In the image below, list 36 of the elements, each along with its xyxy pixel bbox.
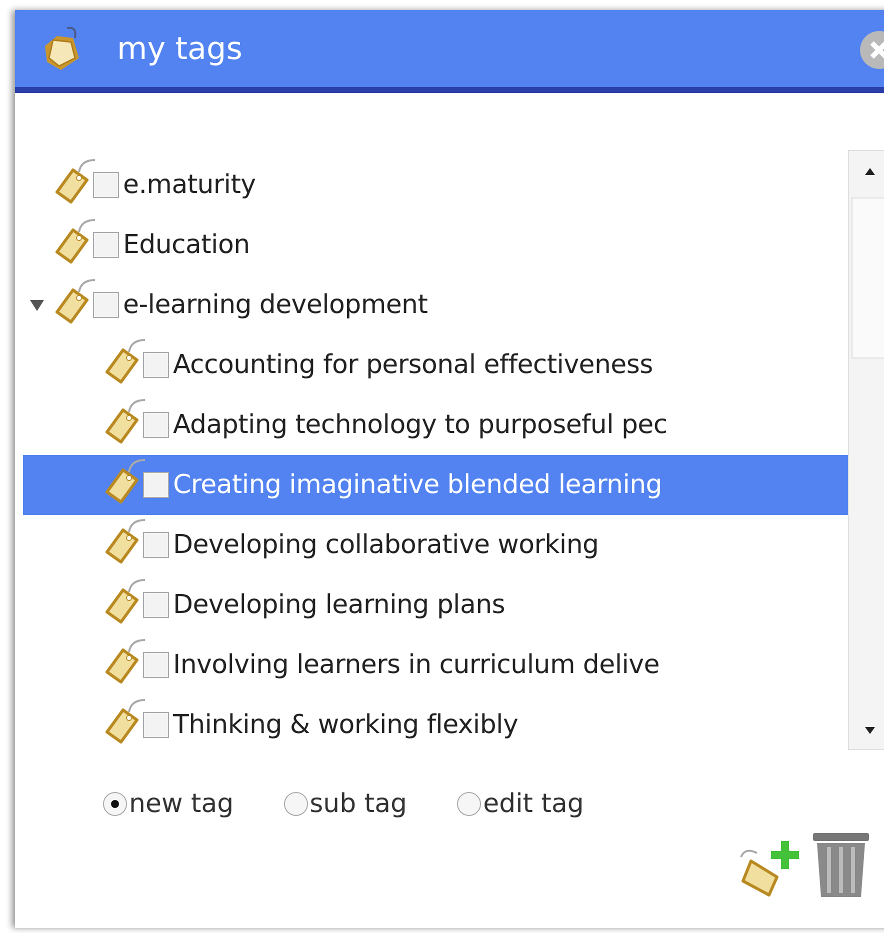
tree-item[interactable]: Adapting technology to purposeful pec bbox=[23, 395, 848, 455]
checkbox[interactable] bbox=[143, 352, 169, 378]
checkbox[interactable] bbox=[143, 712, 169, 738]
checkbox[interactable] bbox=[143, 532, 169, 558]
checkbox[interactable] bbox=[143, 412, 169, 438]
tree-item[interactable]: Education bbox=[23, 215, 848, 275]
window-title: my tags bbox=[117, 30, 242, 66]
tree-item[interactable]: Accounting for personal effectiveness bbox=[23, 335, 848, 395]
tag-label: Creating imaginative blended learning bbox=[173, 470, 662, 500]
tag-label: Adapting technology to purposeful pec bbox=[173, 410, 668, 440]
checkbox[interactable] bbox=[93, 232, 119, 258]
tree-item[interactable]: Involving learners in curriculum delive bbox=[23, 635, 848, 695]
tag-label: Thinking & working flexibly bbox=[173, 710, 518, 740]
tree-item[interactable]: Thinking & working flexibly bbox=[23, 695, 848, 755]
radio-option[interactable]: edit tag bbox=[457, 789, 584, 819]
tag-label: Involving learners in curriculum delive bbox=[173, 650, 660, 680]
tag-label: Developing collaborative working bbox=[173, 530, 599, 560]
scrollbar[interactable] bbox=[848, 150, 884, 750]
tree-item[interactable]: e.maturity bbox=[23, 155, 848, 215]
tag-label: Education bbox=[123, 230, 250, 260]
tag-label: Developing learning plans bbox=[173, 590, 506, 620]
checkbox[interactable] bbox=[143, 472, 169, 498]
tree-item[interactable]: Creating imaginative blended learning bbox=[23, 455, 848, 515]
checkbox[interactable] bbox=[93, 172, 119, 198]
tree-item[interactable]: e-learning development bbox=[23, 275, 848, 335]
checkbox[interactable] bbox=[93, 292, 119, 318]
tree-item[interactable]: Developing collaborative working bbox=[23, 515, 848, 575]
checkbox[interactable] bbox=[143, 592, 169, 618]
tag-label: Accounting for personal effectiveness bbox=[173, 350, 653, 380]
expand-triangle-icon[interactable] bbox=[29, 297, 45, 313]
tag-label: e-learning development bbox=[123, 290, 428, 320]
checkbox[interactable] bbox=[143, 652, 169, 678]
tree-item[interactable]: Developing learning plans bbox=[23, 575, 848, 635]
radio-option[interactable]: sub tag bbox=[284, 789, 408, 819]
tag-label: e.maturity bbox=[123, 170, 256, 200]
radio-option[interactable]: new tag bbox=[103, 789, 234, 819]
